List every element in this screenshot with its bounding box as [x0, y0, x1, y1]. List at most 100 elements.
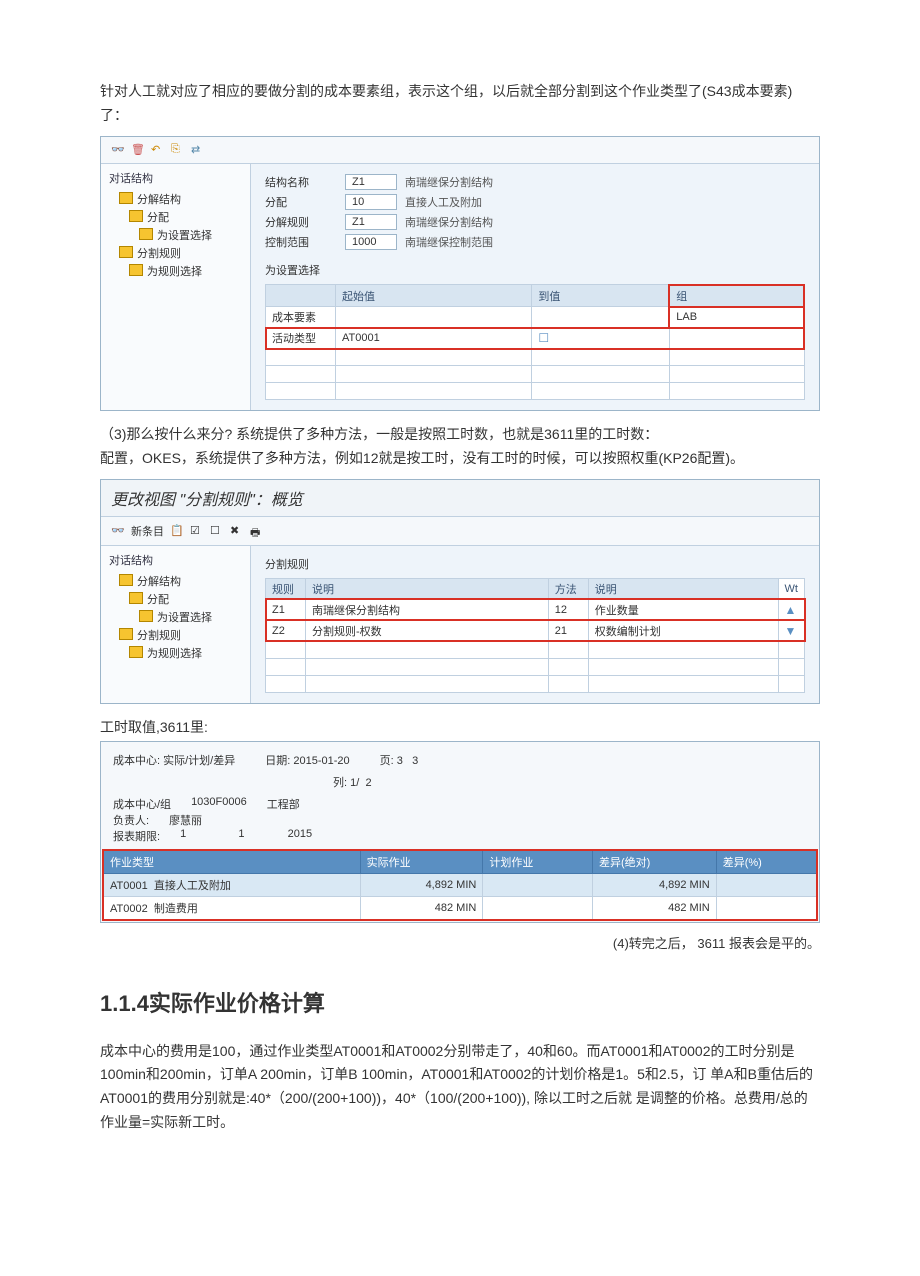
field-label: 分配: [265, 194, 337, 210]
cost-center-report: 成本中心: 实际/计划/差异 日期: 2015-01-20 页: 3 3 列: …: [100, 741, 820, 923]
var-abs: 4,892: [659, 879, 687, 891]
undo-icon[interactable]: ↶: [151, 143, 165, 157]
field-value[interactable]: Z1: [345, 174, 397, 190]
report-title: 成本中心: 实际/计划/差异: [113, 752, 235, 768]
cell[interactable]: [336, 307, 532, 328]
field-desc: 南瑞继保分割结构: [405, 174, 493, 190]
scroll-up-icon[interactable]: ▲: [778, 599, 804, 620]
activity-start-cell[interactable]: AT0001: [336, 328, 532, 349]
period-value: 1: [180, 828, 186, 844]
unit: MIN: [456, 902, 476, 914]
tree-header: 对话结构: [109, 552, 242, 568]
tree-node[interactable]: 分割规则: [119, 244, 242, 262]
field-desc: 直接人工及附加: [405, 194, 482, 210]
col-spacer: Wt: [778, 578, 804, 599]
row-label: 活动类型: [266, 328, 336, 349]
date-label: 日期:: [265, 755, 290, 767]
plan-val: [483, 897, 593, 920]
search-help-icon[interactable]: ☐: [538, 331, 549, 345]
cell[interactable]: [669, 328, 804, 349]
field-label: 结构名称: [265, 174, 337, 190]
period-value: 2015: [288, 828, 312, 844]
field-desc: 南瑞继保控制范围: [405, 234, 493, 250]
tree-node[interactable]: 为规则选择: [129, 644, 242, 662]
method-desc-cell[interactable]: 权数编制计划: [588, 620, 778, 641]
dialog-structure-tree: 对话结构 分解结构 分配 为设置选择 分割规则 为规则选择: [101, 164, 251, 411]
refresh-icon[interactable]: ⇄: [191, 143, 205, 157]
new-entries-button[interactable]: 新条目: [131, 523, 164, 539]
page-label: 页:: [380, 755, 394, 767]
glasses-icon[interactable]: 👓: [111, 524, 125, 538]
col-header: 到值: [532, 285, 669, 307]
tree-node[interactable]: 为设置选择: [139, 226, 242, 244]
unit: MIN: [456, 879, 476, 891]
trash-icon[interactable]: 🗑: [131, 143, 145, 157]
tree-node[interactable]: 分割规则: [119, 626, 242, 644]
detail-header: 分割规则: [265, 556, 805, 572]
delete-icon[interactable]: ✖: [230, 524, 244, 538]
tree-node[interactable]: 分解结构: [119, 190, 242, 208]
tree-header: 对话结构: [109, 170, 242, 186]
field-value[interactable]: 10: [345, 194, 397, 210]
report-header: 成本中心: 实际/计划/差异 日期: 2015-01-20 页: 3 3 列: …: [101, 742, 819, 850]
activity-desc: 制造费用: [154, 903, 198, 915]
owner-label: 负责人:: [113, 812, 149, 828]
intro-paragraph: 针对人工就对应了相应的要做分割的成本要素组，表示这个组，以后就全部分割到这个作业…: [100, 80, 820, 128]
method-desc-cell[interactable]: 作业数量: [588, 599, 778, 620]
group-cell[interactable]: LAB: [669, 307, 804, 328]
method-cell[interactable]: 21: [548, 620, 588, 641]
table-row: AT0001 直接人工及附加 4,892 MIN 4,892 MIN: [104, 874, 817, 897]
unit: MIN: [690, 879, 710, 891]
col-header: 差异(%): [716, 851, 816, 874]
split-rules-grid: 规则 说明 方法 说明 Wt Z1 南瑞继保分割结构 12 作业数量 ▲ Z2 …: [265, 578, 805, 693]
col-value: 1/: [350, 777, 359, 789]
col-header-group: 组: [669, 285, 804, 307]
tree-node[interactable]: 分解结构: [119, 572, 242, 590]
print-icon[interactable]: 🖶: [250, 524, 264, 538]
rule-cell[interactable]: Z1: [266, 599, 306, 620]
center-label: 成本中心/组: [113, 796, 171, 812]
method-cell[interactable]: 12: [548, 599, 588, 620]
field-value[interactable]: Z1: [345, 214, 397, 230]
cell[interactable]: [532, 307, 669, 328]
copy-icon[interactable]: ⎘: [171, 143, 185, 157]
glasses-icon[interactable]: 👓: [111, 143, 125, 157]
unit: MIN: [690, 902, 710, 914]
deselect-icon[interactable]: ☐: [210, 524, 224, 538]
detail-pane-2: 分割规则 规则 说明 方法 说明 Wt Z1 南瑞继保分割结构 12 作业数量 …: [251, 546, 819, 703]
copy-icon[interactable]: 📋: [170, 524, 184, 538]
period-value: 1: [238, 828, 244, 844]
table-row: AT0002 制造费用 482 MIN 482 MIN: [104, 897, 817, 920]
activity-desc: 直接人工及附加: [154, 880, 231, 892]
var-pct: [716, 874, 816, 897]
sap-config-screenshot-1: 👓 🗑 ↶ ⎘ ⇄ 对话结构 分解结构 分配 为设置选择 分割规则 为规则选择 …: [100, 136, 820, 412]
scroll-down-icon[interactable]: ▼: [778, 620, 804, 641]
var-abs: 482: [668, 902, 686, 914]
rule-cell[interactable]: Z2: [266, 620, 306, 641]
period-label: 报表期限:: [113, 828, 160, 844]
desc-cell[interactable]: 南瑞继保分割结构: [306, 599, 549, 620]
paragraph-3: （3)那么按什么来分? 系统提供了多种方法，一般是按照工时数，也就是3611里的…: [100, 423, 820, 447]
select-icon[interactable]: ☑: [190, 524, 204, 538]
tree-node[interactable]: 分配: [129, 208, 242, 226]
field-label: 控制范围: [265, 234, 337, 250]
tree-node[interactable]: 为设置选择: [139, 608, 242, 626]
row-label: 成本要素: [266, 307, 336, 328]
activity-code: AT0002: [110, 903, 148, 915]
tree-node[interactable]: 为规则选择: [129, 262, 242, 280]
col-total: 2: [365, 777, 371, 789]
worktime-paragraph: 工时取值,3611里:: [100, 716, 820, 740]
plan-val: [483, 874, 593, 897]
dialog-structure-tree-2: 对话结构 分解结构 分配 为设置选择 分割规则 为规则选择: [101, 546, 251, 703]
sap-toolbar: 👓 🗑 ↶ ⎘ ⇄: [101, 137, 819, 164]
col-label: 列:: [333, 777, 347, 789]
col-header: 规则: [266, 578, 306, 599]
cell[interactable]: ☐: [532, 328, 669, 349]
selection-grid: 起始值 到值 组 成本要素 LAB 活动类型 AT0001 ☐: [265, 284, 805, 401]
desc-cell[interactable]: 分割规则-权数: [306, 620, 549, 641]
actual-val: 4,892: [426, 879, 454, 891]
col-header: 方法: [548, 578, 588, 599]
field-value[interactable]: 1000: [345, 234, 397, 250]
tree-node[interactable]: 分配: [129, 590, 242, 608]
detail-pane: 结构名称Z1南瑞继保分割结构 分配10直接人工及附加 分解规则Z1南瑞继保分割结…: [251, 164, 819, 411]
